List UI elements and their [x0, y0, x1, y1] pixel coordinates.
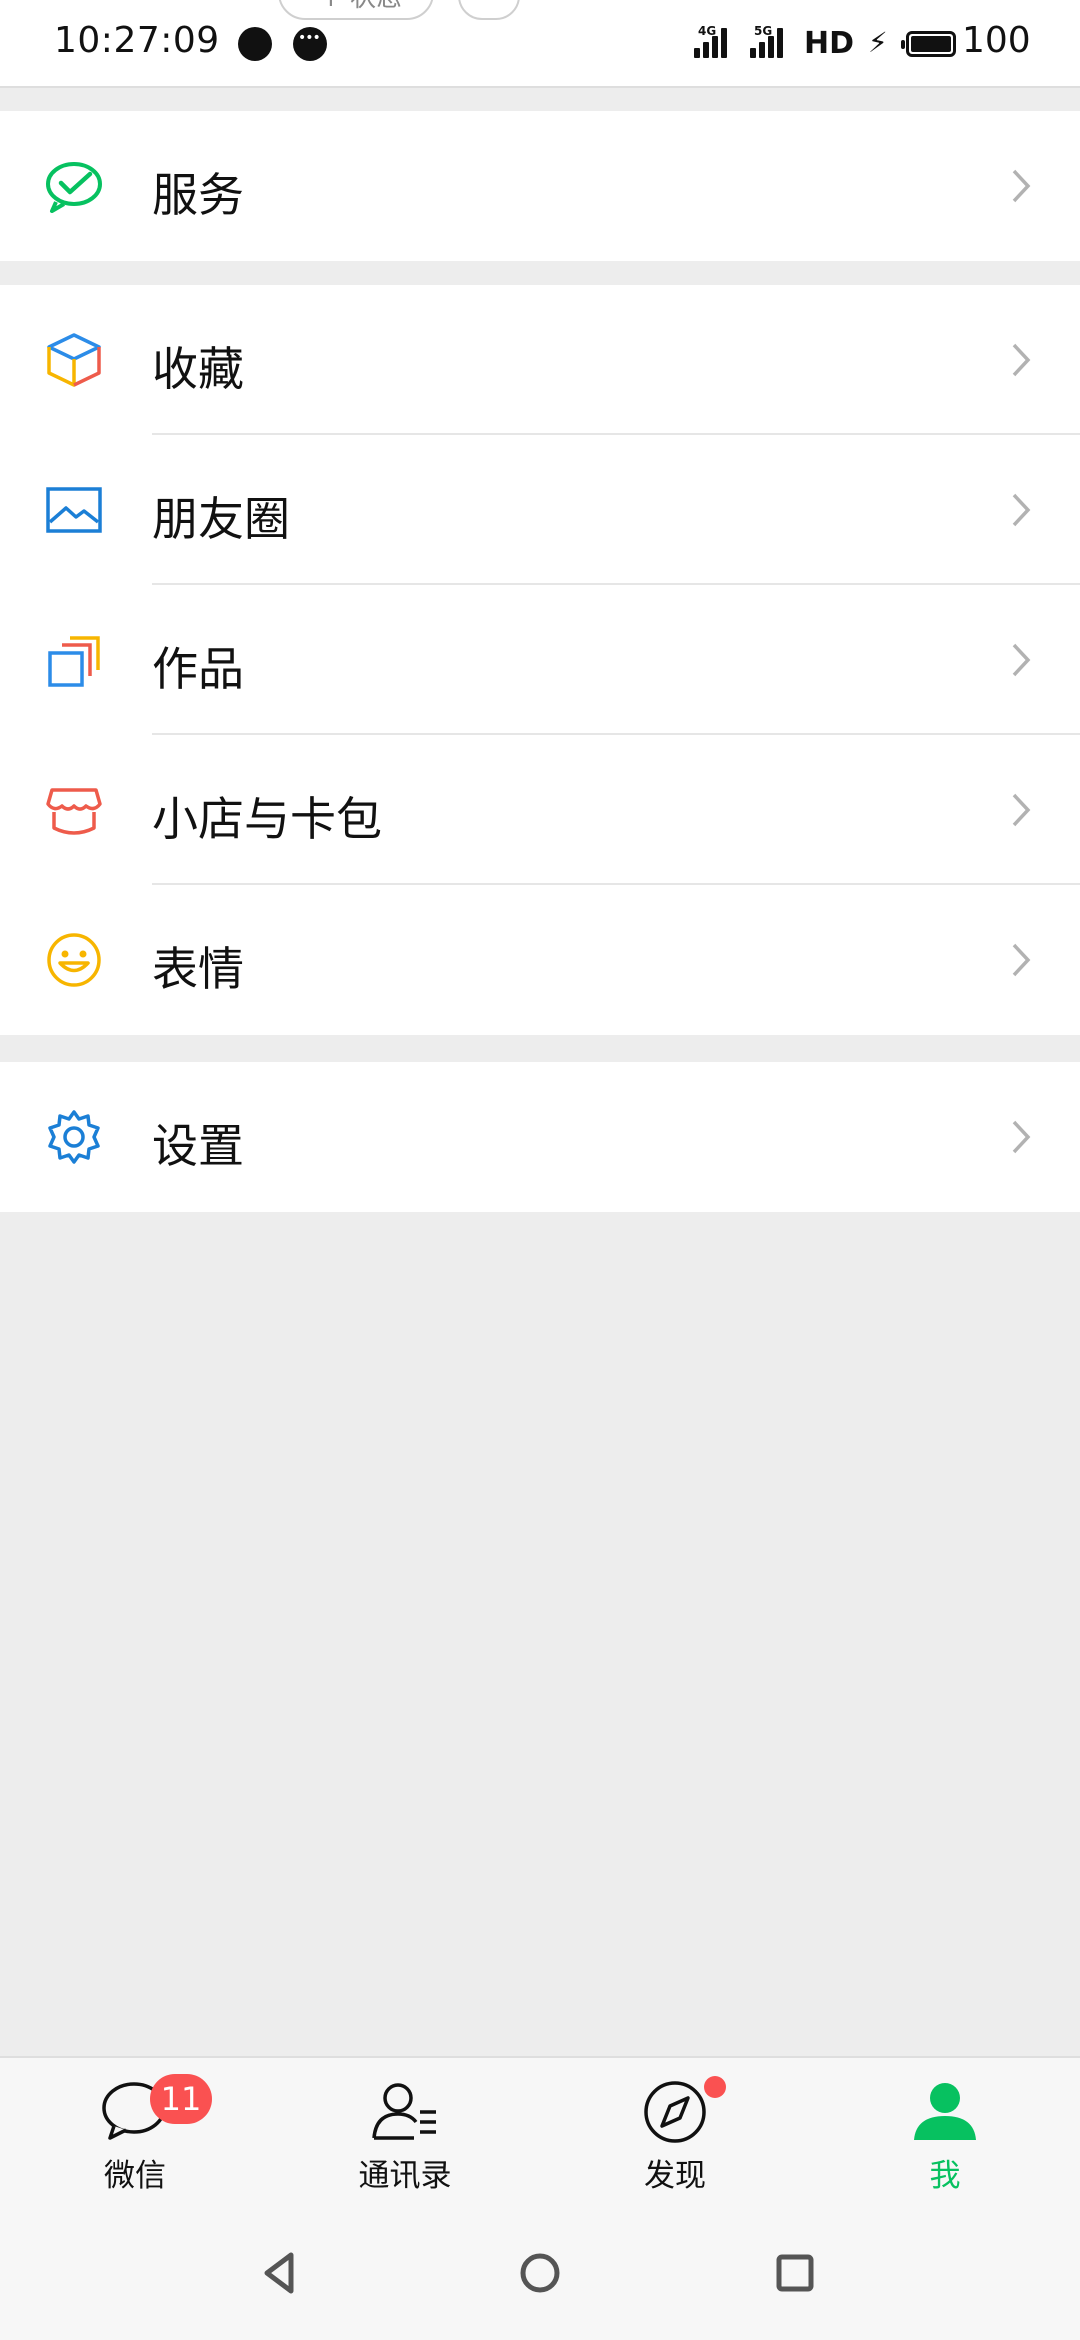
status-pill[interactable]: + 状态 [278, 0, 434, 20]
menu-item-settings[interactable]: 设置 [0, 1062, 1080, 1212]
chevron-right-icon [1012, 169, 1031, 203]
battery-level: 100 [962, 20, 1031, 61]
menu-item-works[interactable]: 作品 [0, 585, 1080, 735]
contacts-icon [372, 2083, 436, 2140]
chevron-right-icon [1012, 493, 1031, 527]
menu-item-shop-cards[interactable]: 小店与卡包 [0, 735, 1080, 885]
signal-4g-icon: 4G [694, 24, 727, 58]
network-label-1: 4G [698, 24, 717, 38]
chevron-right-icon [1012, 343, 1031, 377]
tab-me[interactable]: 我 [810, 2058, 1080, 2208]
tab-label: 微信 [104, 2158, 166, 2194]
battery-icon [901, 31, 956, 57]
back-icon[interactable] [255, 2248, 305, 2298]
menu-group-main: 收藏 朋友圈 作品 小店与卡包 表情 [0, 285, 1080, 1035]
recents-icon[interactable] [770, 2248, 820, 2298]
chevron-right-icon [1012, 943, 1031, 977]
menu-label: 服务 [152, 168, 244, 222]
menu-item-favorites[interactable]: 收藏 [0, 285, 1080, 435]
tab-label: 我 [929, 2158, 961, 2194]
chevron-right-icon [1012, 643, 1031, 677]
menu-item-moments[interactable]: 朋友圈 [0, 435, 1080, 585]
compass-icon [644, 2081, 706, 2143]
menu-label: 朋友圈 [152, 492, 290, 546]
chevron-right-icon [1012, 793, 1031, 827]
tab-label: 发现 [644, 2158, 706, 2194]
network-label-2: 5G [754, 24, 773, 38]
cube-icon [47, 333, 101, 387]
menu-item-stickers[interactable]: 表情 [0, 885, 1080, 1035]
status-circle-button[interactable] [458, 0, 520, 20]
shop-icon [46, 788, 102, 835]
works-icon [48, 636, 100, 687]
home-icon[interactable] [515, 2248, 565, 2298]
signal-5g-icon: 5G [750, 24, 783, 58]
menu-label: 设置 [152, 1119, 244, 1173]
tab-discover[interactable]: 发现 [540, 2058, 810, 2208]
menu-label: 表情 [152, 942, 244, 996]
new-indicator-dot [704, 2076, 726, 2098]
unread-badge: 11 [150, 2074, 212, 2124]
status-bar: + 状态 10:27:09 4G 5G HD ⚡ 100 [0, 0, 1080, 88]
menu-group-services: 服务 [0, 111, 1080, 261]
person-icon [914, 2083, 976, 2140]
message-notification-icon [293, 27, 327, 61]
wechat-pay-icon [46, 162, 102, 213]
hd-indicator: HD [804, 26, 855, 61]
menu-label: 作品 [152, 642, 244, 696]
charging-icon: ⚡ [868, 26, 888, 59]
menu-group-settings: 设置 [0, 1062, 1080, 1212]
chevron-right-icon [1012, 1120, 1031, 1154]
picture-icon [46, 487, 102, 533]
menu-label: 收藏 [152, 342, 244, 396]
tab-contacts[interactable]: 通讯录 [270, 2058, 540, 2208]
clock: 10:27:09 [54, 20, 220, 61]
menu-label: 小店与卡包 [152, 792, 382, 846]
menu-item-services[interactable]: 服务 [0, 111, 1080, 261]
smile-icon [47, 933, 101, 987]
tab-label: 通讯录 [358, 2158, 452, 2194]
system-navigation-bar [0, 2206, 1080, 2340]
status-pill-text: + 状态 [320, 0, 402, 14]
notification-icon [238, 27, 272, 61]
gear-icon [48, 1110, 100, 1164]
bottom-tab-bar: 11 微信 通讯录 发现 我 [0, 2056, 1080, 2206]
tab-chats[interactable]: 11 微信 [0, 2058, 270, 2208]
